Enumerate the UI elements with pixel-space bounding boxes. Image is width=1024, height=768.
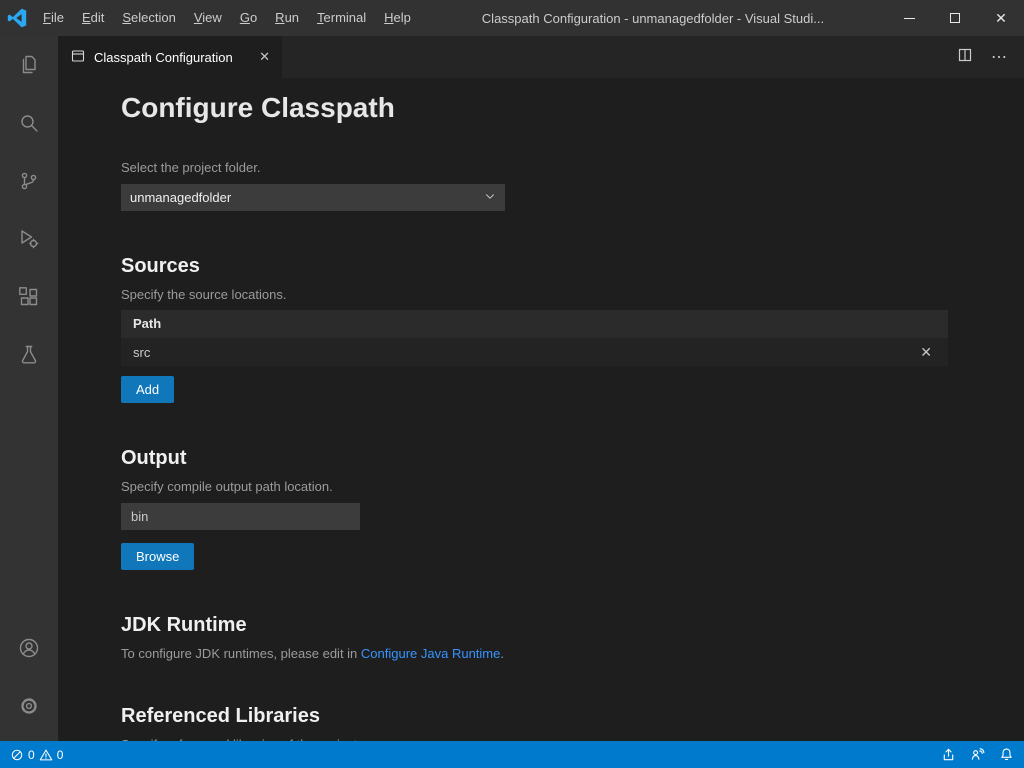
classpath-tab-icon xyxy=(70,48,86,67)
gear-icon xyxy=(17,694,41,723)
share-icon[interactable] xyxy=(941,747,956,762)
maximize-button[interactable] xyxy=(932,0,978,36)
referenced-libraries-heading: Referenced Libraries xyxy=(121,705,948,728)
search-icon xyxy=(17,111,41,140)
chevron-down-icon xyxy=(484,190,496,205)
menu-go[interactable]: Go xyxy=(231,0,266,36)
path-column-header: Path xyxy=(133,316,161,331)
menu-file[interactable]: File xyxy=(34,0,73,36)
warning-count: 0 xyxy=(57,748,64,762)
close-button[interactable]: ✕ xyxy=(978,0,1024,36)
browse-button[interactable]: Browse xyxy=(121,543,194,570)
warnings-icon xyxy=(39,748,53,762)
output-heading: Output xyxy=(121,447,948,470)
remote-icon[interactable] xyxy=(970,747,985,762)
tab-label: Classpath Configuration xyxy=(94,50,233,65)
split-editor-icon[interactable] xyxy=(957,47,973,68)
activity-bar-item-accounts[interactable] xyxy=(5,625,53,675)
jdk-text-after: . xyxy=(500,646,504,661)
activity-bar-item-settings[interactable] xyxy=(5,683,53,733)
sources-heading: Sources xyxy=(121,255,948,278)
account-icon xyxy=(17,636,41,665)
menu-edit[interactable]: Edit xyxy=(73,0,113,36)
run-and-debug-icon xyxy=(17,227,41,256)
menu-terminal[interactable]: Terminal xyxy=(308,0,375,36)
title-bar: File Edit Selection View Go Run Terminal… xyxy=(0,0,1024,36)
classpath-configuration-page: Configure Classpath Select the project f… xyxy=(58,78,1024,741)
window-title: Classpath Configuration - unmanagedfolde… xyxy=(420,11,886,26)
source-control-icon xyxy=(17,169,41,198)
jdk-runtime-text: To configure JDK runtimes, please edit i… xyxy=(121,646,948,661)
tab-classpath-configuration[interactable]: Classpath Configuration ✕ xyxy=(58,36,283,78)
activity-bar-bottom xyxy=(5,625,53,741)
sources-table-header: Path xyxy=(121,310,948,338)
explorer-icon xyxy=(17,53,41,82)
configure-java-runtime-link[interactable]: Configure Java Runtime xyxy=(361,646,500,661)
source-row[interactable]: src ✕ xyxy=(121,338,948,366)
activity-bar-item-source-control[interactable] xyxy=(5,158,53,208)
menu-bar: File Edit Selection View Go Run Terminal… xyxy=(34,0,420,36)
output-path-input[interactable] xyxy=(121,503,360,530)
vscode-logo-icon xyxy=(0,8,34,28)
tab-close-icon[interactable]: ✕ xyxy=(259,49,270,65)
add-source-button[interactable]: Add xyxy=(121,376,174,403)
error-count: 0 xyxy=(28,748,35,762)
window-controls: ✕ xyxy=(886,0,1024,36)
sources-description: Specify the source locations. xyxy=(121,287,948,302)
project-folder-value: unmanagedfolder xyxy=(130,190,231,205)
menu-help[interactable]: Help xyxy=(375,0,420,36)
vscode-window: File Edit Selection View Go Run Terminal… xyxy=(0,0,1024,768)
remove-source-icon[interactable]: ✕ xyxy=(920,344,932,361)
activity-bar-item-run-and-debug[interactable] xyxy=(5,216,53,266)
activity-bar xyxy=(0,36,58,741)
activity-bar-item-testing[interactable] xyxy=(5,332,53,382)
menu-view[interactable]: View xyxy=(185,0,231,36)
tab-bar: Classpath Configuration ✕ ⋯ xyxy=(58,36,1024,78)
problems-indicator[interactable]: 0 0 xyxy=(10,748,63,762)
menu-run[interactable]: Run xyxy=(266,0,308,36)
activity-bar-item-explorer[interactable] xyxy=(5,42,53,92)
project-folder-select[interactable]: unmanagedfolder xyxy=(121,184,505,211)
sources-table: Path src ✕ xyxy=(121,310,948,366)
jdk-runtime-heading: JDK Runtime xyxy=(121,614,948,637)
minimize-button[interactable] xyxy=(886,0,932,36)
project-folder-label: Select the project folder. xyxy=(121,160,948,175)
errors-icon xyxy=(10,748,24,762)
editor-actions: ⋯ xyxy=(957,36,1024,78)
minimize-icon xyxy=(904,18,915,19)
notifications-bell-icon[interactable] xyxy=(999,747,1014,762)
output-description: Specify compile output path location. xyxy=(121,479,948,494)
activity-bar-item-extensions[interactable] xyxy=(5,274,53,324)
maximize-icon xyxy=(950,13,960,23)
page-title: Configure Classpath xyxy=(121,92,948,124)
source-path-value: src xyxy=(133,345,150,360)
status-bar: 0 0 xyxy=(0,741,1024,768)
extensions-icon xyxy=(17,285,41,314)
menu-selection[interactable]: Selection xyxy=(113,0,184,36)
jdk-text-before: To configure JDK runtimes, please edit i… xyxy=(121,646,361,661)
testing-beaker-icon xyxy=(17,343,41,372)
activity-bar-item-search[interactable] xyxy=(5,100,53,150)
more-actions-icon[interactable]: ⋯ xyxy=(991,47,1008,67)
